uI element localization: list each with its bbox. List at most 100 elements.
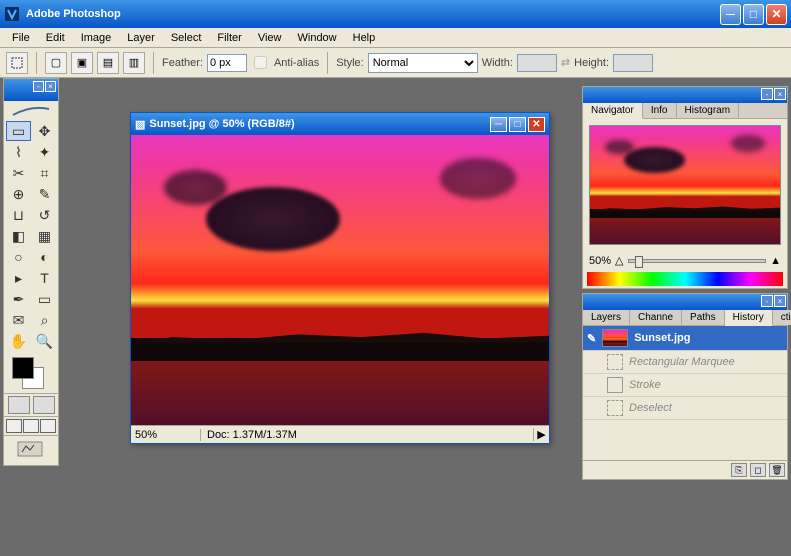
menu-image[interactable]: Image xyxy=(73,30,120,46)
history-item-label: Stroke xyxy=(629,379,661,391)
feather-logo-icon xyxy=(11,103,51,117)
tab-history[interactable]: History xyxy=(725,310,773,326)
menu-window[interactable]: Window xyxy=(290,30,345,46)
doc-close-button[interactable]: ✕ xyxy=(528,117,545,132)
tab-info[interactable]: Info xyxy=(643,103,677,118)
width-label: Width: xyxy=(482,57,513,69)
panel-minimize[interactable]: - xyxy=(761,295,773,307)
history-brush-tool[interactable]: ↺ xyxy=(32,205,57,225)
tab-layers[interactable]: Layers xyxy=(583,310,630,325)
marquee-mode-add[interactable]: ▣ xyxy=(71,52,93,74)
close-button[interactable]: ✕ xyxy=(766,4,787,25)
zoom-tool[interactable]: 🔍 xyxy=(32,331,57,351)
deselect-icon xyxy=(607,400,623,416)
menu-edit[interactable]: Edit xyxy=(38,30,73,46)
nav-zoom-value[interactable]: 50% xyxy=(589,255,611,267)
scrollbar-right[interactable]: ▶ xyxy=(533,428,549,441)
maximize-button[interactable]: □ xyxy=(743,4,764,25)
marquee-mode-intersect[interactable]: ▥ xyxy=(123,52,145,74)
shape-tool[interactable]: ▭ xyxy=(32,289,57,309)
feather-input[interactable] xyxy=(207,54,247,72)
heal-tool[interactable]: ⊕ xyxy=(6,184,31,204)
notes-tool[interactable]: ✉ xyxy=(6,310,31,330)
swap-icon: ⇄ xyxy=(561,56,570,69)
new-snapshot[interactable]: ◻ xyxy=(750,463,766,477)
screen-full[interactable] xyxy=(40,419,56,433)
zoom-field[interactable]: 50% xyxy=(131,429,201,441)
tab-navigator[interactable]: Navigator xyxy=(583,103,643,119)
document-titlebar[interactable]: ▧ Sunset.jpg @ 50% (RGB/8#) ─ □ ✕ xyxy=(131,113,549,135)
marquee-mode-subtract[interactable]: ▤ xyxy=(97,52,119,74)
zoom-out-icon[interactable]: △ xyxy=(615,254,623,267)
history-snapshot[interactable]: ✎ Sunset.jpg xyxy=(583,326,787,351)
brush-tool[interactable]: ✎ xyxy=(32,184,57,204)
stroke-icon xyxy=(607,377,623,393)
dodge-tool[interactable]: ◐ xyxy=(32,247,57,267)
gradient-tool[interactable]: ▦ xyxy=(32,226,57,246)
doc-minimize-button[interactable]: ─ xyxy=(490,117,507,132)
stamp-tool[interactable]: ⊔ xyxy=(6,205,31,225)
history-step[interactable]: Deselect xyxy=(583,397,787,420)
standard-mode[interactable] xyxy=(8,396,30,414)
menu-filter[interactable]: Filter xyxy=(209,30,249,46)
color-spectrum[interactable] xyxy=(587,272,783,286)
menu-file[interactable]: File xyxy=(4,30,38,46)
imageready-button[interactable] xyxy=(4,435,58,465)
tab-actions[interactable]: ctions xyxy=(773,310,791,325)
type-tool[interactable]: T xyxy=(32,268,57,288)
panel-close[interactable]: × xyxy=(774,88,786,100)
navigator-thumbnail[interactable] xyxy=(589,125,781,245)
document-window: ▧ Sunset.jpg @ 50% (RGB/8#) ─ □ ✕ 50% Do… xyxy=(130,112,550,444)
color-swatches[interactable] xyxy=(4,353,58,393)
tab-histogram[interactable]: Histogram xyxy=(677,103,740,118)
eraser-tool[interactable]: ◧ xyxy=(6,226,31,246)
eyedropper-tool[interactable]: ⌕ xyxy=(32,310,57,330)
panel-minimize[interactable]: - xyxy=(761,88,773,100)
toolbox: - × ▭ ✥ ⌇ ✦ ✂ ⌗ ⊕ ✎ ⊔ ↺ ◧ ▦ ○ ◐ ▸ T ✒ ▭ … xyxy=(3,78,59,466)
wand-tool[interactable]: ✦ xyxy=(32,142,57,162)
blur-tool[interactable]: ○ xyxy=(6,247,31,267)
hand-tool[interactable]: ✋ xyxy=(6,331,31,351)
app-titlebar: Adobe Photoshop ─ □ ✕ xyxy=(0,0,791,28)
document-icon: ▧ xyxy=(135,118,145,131)
pen-tool[interactable]: ✒ xyxy=(6,289,31,309)
tab-paths[interactable]: Paths xyxy=(682,310,725,325)
document-title: Sunset.jpg @ 50% (RGB/8#) xyxy=(149,118,294,130)
quickmask-mode[interactable] xyxy=(33,396,55,414)
delete-state[interactable]: 🗑 xyxy=(769,463,785,477)
tab-channels[interactable]: Channe xyxy=(630,310,682,325)
panel-close[interactable]: × xyxy=(774,295,786,307)
history-brush-source-icon[interactable]: ✎ xyxy=(587,332,596,345)
screen-fullmenu[interactable] xyxy=(23,419,39,433)
path-tool[interactable]: ▸ xyxy=(6,268,31,288)
menu-view[interactable]: View xyxy=(250,30,290,46)
zoom-in-icon[interactable]: ▲ xyxy=(770,255,781,267)
menu-select[interactable]: Select xyxy=(163,30,210,46)
lasso-tool[interactable]: ⌇ xyxy=(6,142,31,162)
menu-help[interactable]: Help xyxy=(345,30,384,46)
history-item-label: Sunset.jpg xyxy=(634,332,690,344)
antialias-label: Anti-alias xyxy=(274,57,319,69)
move-tool[interactable]: ✥ xyxy=(32,121,57,141)
screen-standard[interactable] xyxy=(6,419,22,433)
marquee-tool[interactable]: ▭ xyxy=(6,121,31,141)
crop-tool[interactable]: ✂ xyxy=(6,163,31,183)
foreground-color[interactable] xyxy=(12,357,34,379)
toolbox-close[interactable]: × xyxy=(45,81,56,92)
doc-maximize-button[interactable]: □ xyxy=(509,117,526,132)
menu-layer[interactable]: Layer xyxy=(119,30,163,46)
document-canvas[interactable] xyxy=(131,135,549,425)
history-step[interactable]: Rectangular Marquee xyxy=(583,351,787,374)
toolbox-minimize[interactable]: - xyxy=(33,81,44,92)
current-tool-icon[interactable] xyxy=(6,52,28,74)
slice-tool[interactable]: ⌗ xyxy=(32,163,57,183)
new-doc-from-state[interactable]: ⎘ xyxy=(731,463,747,477)
style-select[interactable]: Normal xyxy=(368,53,478,73)
marquee-mode-new[interactable]: ▢ xyxy=(45,52,67,74)
minimize-button[interactable]: ─ xyxy=(720,4,741,25)
doc-size-field[interactable]: Doc: 1.37M/1.37M xyxy=(201,429,533,441)
zoom-slider[interactable] xyxy=(628,259,767,263)
toolbox-header[interactable]: - × xyxy=(4,79,58,101)
navigator-panel: -× Navigator Info Histogram 50% △ ▲ xyxy=(582,86,788,289)
history-step[interactable]: Stroke xyxy=(583,374,787,397)
